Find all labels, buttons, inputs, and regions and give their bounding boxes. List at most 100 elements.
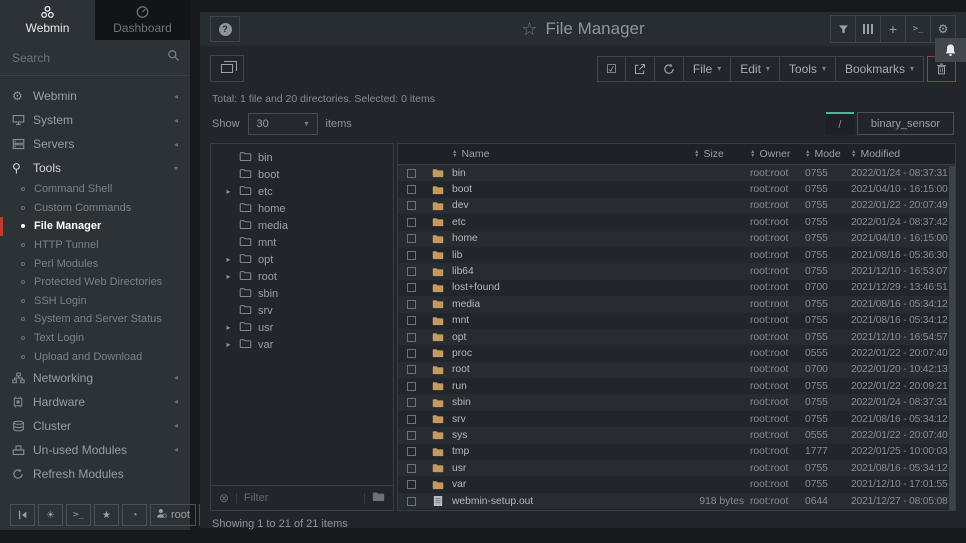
- table-row[interactable]: varroot:root07552021/12/10 - 17:01:55: [398, 476, 955, 492]
- clear-filter-icon[interactable]: ⊗: [219, 491, 229, 505]
- table-row[interactable]: mntroot:root07552021/08/16 - 05:34:12: [398, 313, 955, 329]
- row-checkbox[interactable]: [407, 283, 416, 292]
- row-name[interactable]: opt: [452, 329, 694, 345]
- file-menu-button[interactable]: File▾: [683, 56, 731, 82]
- row-name[interactable]: tmp: [452, 444, 694, 460]
- tree-item-root[interactable]: ▸root: [211, 268, 393, 285]
- row-checkbox[interactable]: [407, 415, 416, 424]
- night-mode-button[interactable]: ☀: [38, 504, 63, 526]
- table-row[interactable]: sbinroot:root07552022/01/24 - 08:37:31: [398, 394, 955, 410]
- row-name[interactable]: usr: [452, 460, 694, 476]
- row-name[interactable]: root: [452, 362, 694, 378]
- table-row[interactable]: usrroot:root07552021/08/16 - 05:34:12: [398, 460, 955, 476]
- row-checkbox[interactable]: [407, 497, 416, 506]
- table-row[interactable]: lost+foundroot:root07002021/12/29 - 13:4…: [398, 280, 955, 296]
- tree-item-mnt[interactable]: mnt: [211, 234, 393, 251]
- row-checkbox[interactable]: [407, 234, 416, 243]
- table-row[interactable]: binroot:root07552022/01/24 - 08:37:31: [398, 165, 955, 181]
- search-icon[interactable]: [167, 49, 180, 67]
- tab-webmin[interactable]: Webmin: [0, 0, 95, 40]
- row-name[interactable]: sbin: [452, 394, 694, 410]
- row-checkbox[interactable]: [407, 218, 416, 227]
- table-row[interactable]: homeroot:root07552021/04/10 - 16:15:00: [398, 231, 955, 247]
- select-all-button[interactable]: ☑: [597, 56, 626, 82]
- row-checkbox[interactable]: [407, 316, 416, 325]
- folder-filter-icon[interactable]: [372, 489, 385, 507]
- sidebar-section-hardware[interactable]: Hardware ◂: [0, 390, 190, 414]
- sidebar-section-refresh-modules[interactable]: Refresh Modules: [0, 462, 190, 486]
- row-checkbox[interactable]: [407, 431, 416, 440]
- row-checkbox[interactable]: [407, 185, 416, 194]
- row-name[interactable]: lib: [452, 247, 694, 263]
- sidebar-section-servers[interactable]: Servers ◂: [0, 132, 190, 156]
- tree-item-media[interactable]: media: [211, 217, 393, 234]
- breadcrumb-root[interactable]: /: [826, 112, 854, 135]
- breadcrumb-segment[interactable]: binary_sensor: [857, 112, 954, 135]
- help-button[interactable]: ?: [210, 16, 240, 42]
- row-checkbox[interactable]: [407, 464, 416, 473]
- sidebar-item-system-and-server-status[interactable]: System and Server Status: [0, 310, 190, 329]
- tree-item-usr[interactable]: ▸usr: [211, 319, 393, 336]
- paste-button[interactable]: [625, 56, 655, 82]
- table-row[interactable]: etcroot:root07552022/01/24 - 08:37:42: [398, 214, 955, 230]
- table-row[interactable]: mediaroot:root07552021/08/16 - 05:34:12: [398, 296, 955, 312]
- tree-filter-input[interactable]: [244, 492, 357, 504]
- table-row[interactable]: optroot:root07552021/12/10 - 16:54:57: [398, 329, 955, 345]
- expand-caret-icon[interactable]: ▸: [224, 340, 233, 349]
- collapse-sidebar-button[interactable]: [10, 504, 35, 526]
- filter-button[interactable]: [830, 15, 856, 43]
- select-view-button[interactable]: [210, 55, 244, 82]
- row-checkbox[interactable]: [407, 251, 416, 260]
- row-checkbox[interactable]: [407, 349, 416, 358]
- row-name[interactable]: etc: [452, 214, 694, 230]
- row-checkbox[interactable]: [407, 267, 416, 276]
- expand-caret-icon[interactable]: ▸: [224, 187, 233, 196]
- sidebar-item-perl-modules[interactable]: Perl Modules: [0, 254, 190, 273]
- favorites-button[interactable]: ★: [94, 504, 119, 526]
- scrollbar[interactable]: [949, 166, 955, 510]
- sidebar-item-ssh-login[interactable]: SSH Login: [0, 292, 190, 311]
- column-modified[interactable]: ▲▼Modified: [851, 144, 955, 164]
- row-checkbox[interactable]: [407, 333, 416, 342]
- tools-menu-button[interactable]: Tools▾: [779, 56, 836, 82]
- row-name[interactable]: sys: [452, 427, 694, 443]
- row-name[interactable]: mnt: [452, 313, 694, 329]
- row-checkbox[interactable]: [407, 201, 416, 210]
- column-mode[interactable]: ▲▼Mode: [805, 144, 851, 164]
- table-row[interactable]: tmproot:root17772022/01/25 - 10:00:03: [398, 444, 955, 460]
- page-size-select[interactable]: 30 ▾: [248, 113, 318, 135]
- row-checkbox[interactable]: [407, 169, 416, 178]
- expand-caret-icon[interactable]: ▸: [224, 272, 233, 281]
- column-owner[interactable]: ▲▼Owner: [750, 144, 805, 164]
- row-name[interactable]: webmin-setup.out: [452, 493, 694, 509]
- sidebar-section-webmin[interactable]: ⚙ Webmin ◂: [0, 84, 190, 108]
- row-name[interactable]: dev: [452, 198, 694, 214]
- sidebar-item-protected-web-directories[interactable]: Protected Web Directories: [0, 273, 190, 292]
- table-row[interactable]: srvroot:root07552021/08/16 - 05:34:12: [398, 411, 955, 427]
- row-checkbox[interactable]: [407, 365, 416, 374]
- table-row[interactable]: bootroot:root07552021/04/10 - 16:15:00: [398, 181, 955, 197]
- column-name[interactable]: ▲▼Name: [452, 144, 694, 164]
- row-name[interactable]: lost+found: [452, 280, 694, 296]
- row-name[interactable]: boot: [452, 181, 694, 197]
- sidebar-section-system[interactable]: System ◂: [0, 108, 190, 132]
- sort-icon[interactable]: ▲▼: [452, 150, 457, 158]
- new-tab-button[interactable]: +: [880, 15, 906, 43]
- theme-button[interactable]: ◔: [122, 504, 147, 526]
- table-row[interactable]: webmin-setup.out918 bytesroot:root064420…: [398, 493, 955, 509]
- expand-caret-icon[interactable]: ▸: [224, 323, 233, 332]
- sidebar-item-file-manager[interactable]: File Manager: [0, 217, 190, 236]
- expand-caret-icon[interactable]: ▸: [224, 255, 233, 264]
- tree-item-srv[interactable]: srv: [211, 302, 393, 319]
- row-checkbox[interactable]: [407, 447, 416, 456]
- table-row[interactable]: procroot:root05552022/01/22 - 20:07:40: [398, 345, 955, 361]
- tree-item-etc[interactable]: ▸etc: [211, 183, 393, 200]
- sidebar-item-http-tunnel[interactable]: HTTP Tunnel: [0, 236, 190, 255]
- table-row[interactable]: sysroot:root05552022/01/22 - 20:07:40: [398, 427, 955, 443]
- sort-icon[interactable]: ▲▼: [851, 150, 856, 158]
- sidebar-section-networking[interactable]: Networking ◂: [0, 366, 190, 390]
- sidebar-item-text-login[interactable]: Text Login: [0, 329, 190, 348]
- column-size[interactable]: ▲▼Size: [694, 144, 750, 164]
- sort-icon[interactable]: ▲▼: [750, 150, 755, 158]
- shell-button[interactable]: >_: [905, 15, 931, 43]
